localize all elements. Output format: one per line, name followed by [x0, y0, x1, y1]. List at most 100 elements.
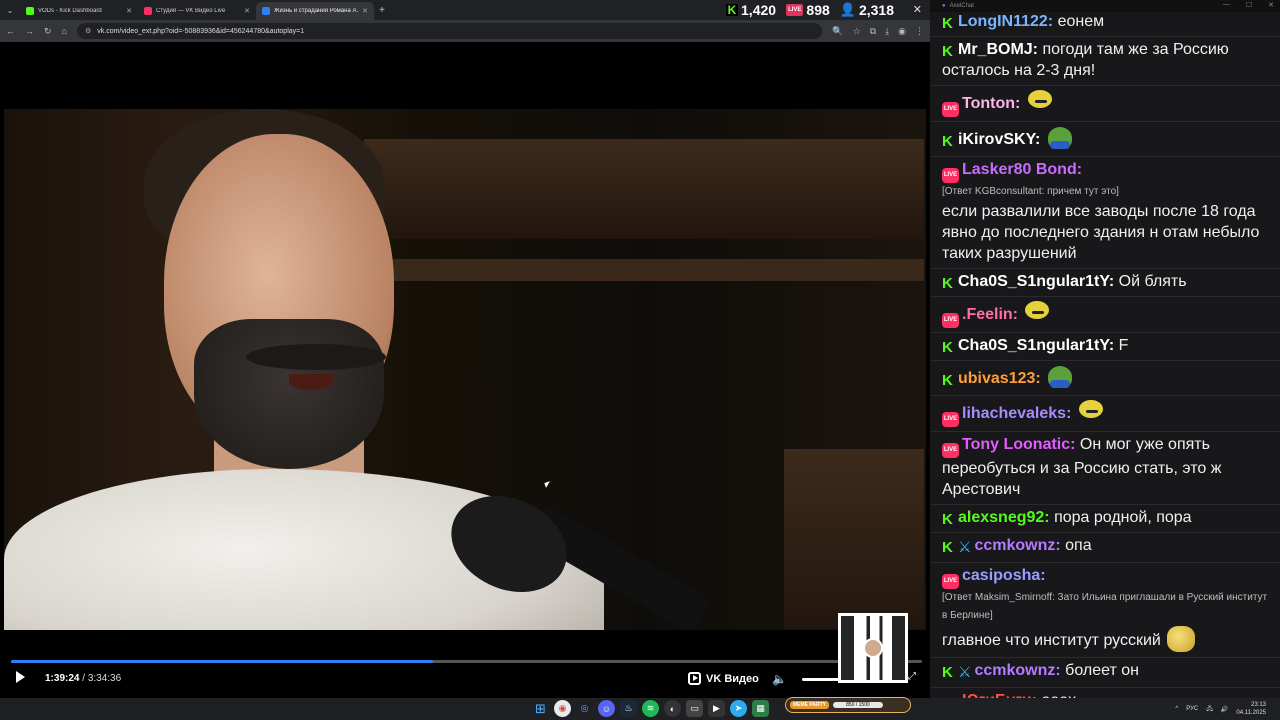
close-tab-icon[interactable]: ✕ [362, 7, 368, 15]
tab-kick-dashboard[interactable]: VODs - Kick Dashboard ✕ [20, 2, 138, 20]
maximize-icon[interactable]: ☐ [1246, 1, 1252, 9]
chat-message-text: еонем [1057, 13, 1105, 30]
chat-username[interactable]: lihachevaleks: [962, 405, 1071, 422]
close-icon[interactable]: ✕ [1268, 1, 1274, 9]
tab-vk-video[interactable]: Жизнь и страдания Романа А... ✕ [256, 2, 374, 20]
volume-tray-icon[interactable]: 🔊 [1221, 706, 1228, 713]
kick-favicon-icon [26, 7, 34, 15]
download-icon[interactable]: ⤓ [885, 26, 889, 37]
volume-icon[interactable]: 🔈 [772, 672, 787, 686]
network-icon[interactable]: 🖧 [1206, 704, 1213, 714]
pepe-emote-shape [1047, 127, 1072, 149]
duration: 3:34:36 [87, 673, 122, 684]
menu-icon[interactable]: ⋮ [915, 26, 924, 37]
language-indicator[interactable]: РУС [1186, 706, 1198, 712]
obs-icon[interactable]: ◐ [664, 700, 681, 717]
tab-title: VODs - Kick Dashboard [38, 8, 102, 14]
meme-party-progress: 850 / 1500 [832, 702, 883, 708]
chat-username[interactable]: alexsneg92: [958, 509, 1050, 526]
chat-username[interactable]: Tonton: [962, 95, 1020, 112]
kick-viewers: K 1,420 [726, 2, 776, 18]
chat-message-text: пора родной, пора [1054, 509, 1192, 526]
chat-app-icon: ● [942, 3, 946, 9]
spotify-icon[interactable]: ≋ [642, 700, 659, 717]
browser-icon[interactable]: ◎ [576, 700, 593, 717]
forward-icon[interactable]: → [25, 26, 34, 36]
home-icon[interactable]: ⌂ [62, 26, 67, 36]
chat-message: LIVEЮгиБуги: ааах [930, 687, 1280, 698]
telegram-icon[interactable]: ➤ [730, 700, 747, 717]
seek-bar[interactable] [11, 660, 922, 663]
kick-badge-icon: K [942, 133, 953, 150]
youtube-icon[interactable]: ▶ [708, 700, 725, 717]
extension-icon[interactable]: ⧉ [870, 26, 876, 37]
chat-username[interactable]: Cha0S_S1ngular1tY: [958, 273, 1114, 290]
bookmark-star-icon[interactable]: ☆ [853, 26, 861, 37]
vk-video-logo[interactable]: VK Видео [688, 672, 759, 685]
tab-vk-studio[interactable]: Студия — VK Видео Live ✕ [138, 2, 256, 20]
reload-icon[interactable]: ↻ [44, 26, 52, 37]
windows-start-icon[interactable]: ⊞ [532, 700, 549, 717]
kick-badge-icon: K [942, 664, 953, 681]
chat-message: LIVE casiposha: [Ответ Maksim_Smirnoff: За… [930, 562, 1280, 657]
kick-badge-icon: K [942, 339, 953, 356]
chat-username[interactable]: ubivas123: [958, 370, 1041, 387]
chat-message-body [1071, 400, 1105, 422]
window-close-icon[interactable]: ✕ [913, 3, 922, 16]
video-frame[interactable] [4, 109, 926, 630]
discord-icon[interactable]: ☺ [598, 700, 615, 717]
media-icon[interactable]: ▭ [686, 700, 703, 717]
chat-username[interactable]: Cha0S_S1ngular1tY: [958, 337, 1114, 354]
meme-party-tag: MEME PARTY [790, 701, 829, 709]
app-icon[interactable]: ▦ [752, 700, 769, 717]
kick-viewer-count: 1,420 [741, 2, 777, 18]
chat-message: LIVE Tony Loonatic: Он мог уже опять пере… [930, 431, 1280, 504]
person-mouth [289, 374, 333, 390]
chat-message: KiKirovSKY: [930, 121, 1280, 156]
qr-pattern [841, 616, 905, 680]
chat-username[interactable]: ccmkownz: [974, 662, 1060, 679]
blob-emote-icon [1025, 88, 1055, 116]
fullscreen-icon[interactable]: ⤢ [908, 671, 916, 682]
chat-window-title: AxelChat [949, 3, 974, 9]
zoom-icon[interactable]: 🔍 [832, 26, 843, 37]
blob-emote-shape [1078, 400, 1103, 418]
chat-message: K Cha0S_S1ngular1tY: F [930, 332, 1280, 360]
pepe-emote-icon [1045, 363, 1075, 391]
vk-live-logo-icon: LIVE [786, 4, 804, 16]
chrome-icon[interactable]: ◉ [554, 700, 571, 717]
close-tab-icon[interactable]: ✕ [126, 7, 132, 15]
chat-message-body: если развалили все заводы после 18 года … [942, 201, 1270, 264]
chat-username[interactable]: Tony Loonatic: [962, 436, 1075, 453]
chat-username[interactable]: ccmkownz: [974, 537, 1060, 554]
chat-username[interactable]: LongIN1122: [958, 13, 1053, 30]
chat-username[interactable]: Mr_BOMJ: [958, 41, 1038, 58]
chat-message-text: болеет он [1065, 662, 1139, 679]
chat-username[interactable]: Lasker80 Bond: [962, 161, 1082, 178]
url-field[interactable]: ⚙ vk.com/video_ext.php?oid=-50883936&id=… [76, 23, 823, 39]
volume-slider[interactable] [802, 678, 842, 681]
tray-chevron-icon[interactable]: ^ [1175, 706, 1178, 712]
play-icon[interactable] [16, 671, 25, 683]
chat-username[interactable]: iKirovSKY: [958, 131, 1040, 148]
clock-date: 04.11.2025 [1236, 710, 1266, 716]
vk-video-logo-icon [688, 672, 701, 685]
new-tab-button[interactable]: + [374, 5, 390, 16]
chat-message: LIVE lihachevaleks: [930, 395, 1280, 431]
minimize-icon[interactable]: — [1223, 1, 1230, 9]
books-right [784, 449, 924, 629]
chat-username[interactable]: .Feelin: [962, 306, 1018, 323]
time-display: 1:39:24 / 3:34:36 [45, 673, 121, 684]
profile-icon[interactable]: ◉ [898, 26, 906, 37]
person-mustache [246, 344, 386, 370]
tab-search-icon[interactable]: ⌄ [0, 0, 20, 20]
vk-viewer-count: 898 [806, 2, 830, 18]
site-info-icon[interactable]: ⚙ [85, 27, 91, 35]
clock[interactable]: 23:13 04.11.2025 [1236, 701, 1266, 717]
close-tab-icon[interactable]: ✕ [244, 7, 250, 15]
back-icon[interactable]: ← [6, 26, 15, 36]
chat-message: K Mr_BOMJ: погоди там же за Россию остало… [930, 36, 1280, 85]
steam-icon[interactable]: ♨ [620, 700, 637, 717]
total-viewer-count: 2,318 [858, 2, 894, 18]
chat-username[interactable]: casiposha: [962, 567, 1046, 584]
